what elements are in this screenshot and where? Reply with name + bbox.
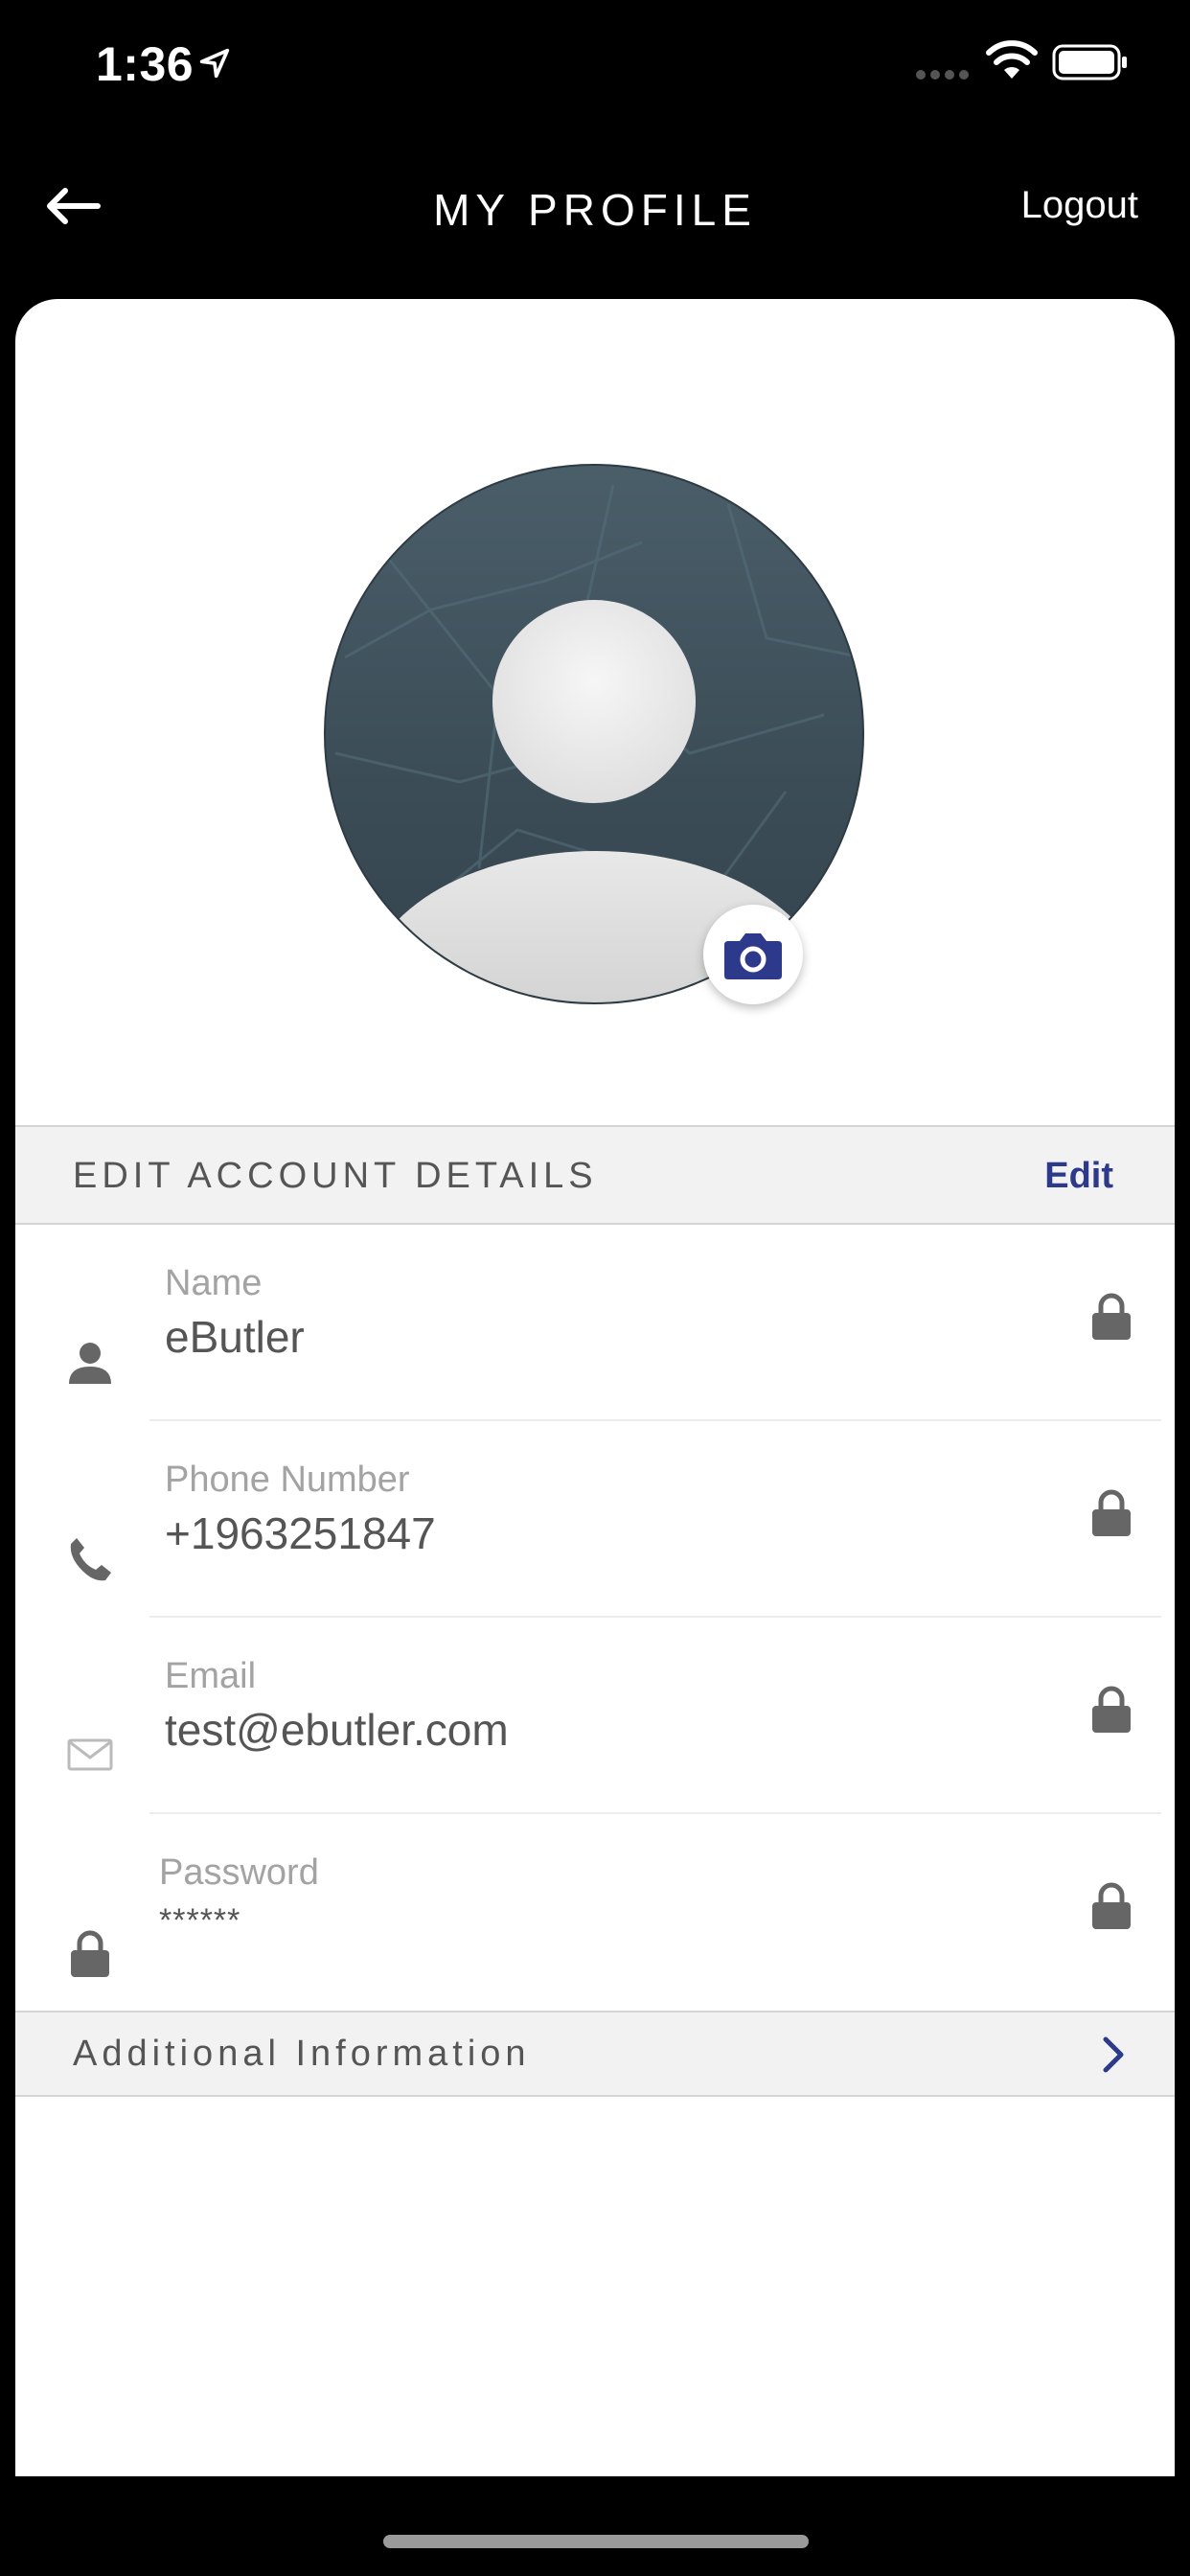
logout-button[interactable]: Logout: [1021, 184, 1138, 227]
change-photo-button[interactable]: [703, 905, 803, 1004]
edit-button[interactable]: Edit: [1044, 1156, 1113, 1197]
field-value: ******: [159, 1902, 241, 1939]
additional-information-label: Additional Information: [73, 2034, 531, 2074]
password-field[interactable]: Password ******: [15, 1814, 1175, 2011]
field-label: Phone Number: [165, 1460, 410, 1500]
phone-icon: [70, 1538, 111, 1581]
wifi-icon: [986, 40, 1038, 79]
profile-card: EDIT ACCOUNT DETAILS Edit Name eButler P…: [15, 299, 1175, 2476]
person-icon: [69, 1343, 111, 1384]
section-title: EDIT ACCOUNT DETAILS: [73, 1156, 598, 1196]
mail-icon: [67, 1738, 113, 1771]
field-label: Name: [165, 1263, 263, 1303]
lock-icon: [1092, 1882, 1131, 1929]
home-indicator: [383, 2535, 809, 2548]
phone-field[interactable]: Phone Number +1963251847: [15, 1421, 1175, 1618]
additional-information-row[interactable]: Additional Information: [15, 2011, 1175, 2097]
lock-icon: [71, 1930, 109, 1977]
chevron-right-icon: [1103, 2036, 1124, 2073]
lock-icon: [1092, 1686, 1131, 1733]
battery-icon: [1052, 44, 1127, 80]
field-value: +1963251847: [165, 1508, 436, 1558]
account-section-header: EDIT ACCOUNT DETAILS Edit: [15, 1125, 1175, 1225]
location-arrow-icon: [199, 48, 230, 79]
status-time: 1:36: [96, 37, 195, 91]
nav-header: MY PROFILE Logout: [0, 144, 1190, 268]
cellular-signal-icon: [916, 70, 969, 80]
field-label: Email: [165, 1656, 257, 1696]
field-value: test@ebutler.com: [165, 1705, 509, 1755]
status-bar: 1:36: [0, 0, 1190, 129]
camera-icon: [724, 933, 782, 979]
name-field[interactable]: Name eButler: [15, 1225, 1175, 1421]
avatar-head-silhouette: [492, 600, 696, 803]
lock-icon: [1092, 1489, 1131, 1536]
lock-icon: [1092, 1293, 1131, 1340]
email-field[interactable]: Email test@ebutler.com: [15, 1618, 1175, 1814]
field-value: eButler: [165, 1312, 305, 1362]
page-title: MY PROFILE: [433, 185, 757, 235]
field-label: Password: [159, 1852, 319, 1893]
